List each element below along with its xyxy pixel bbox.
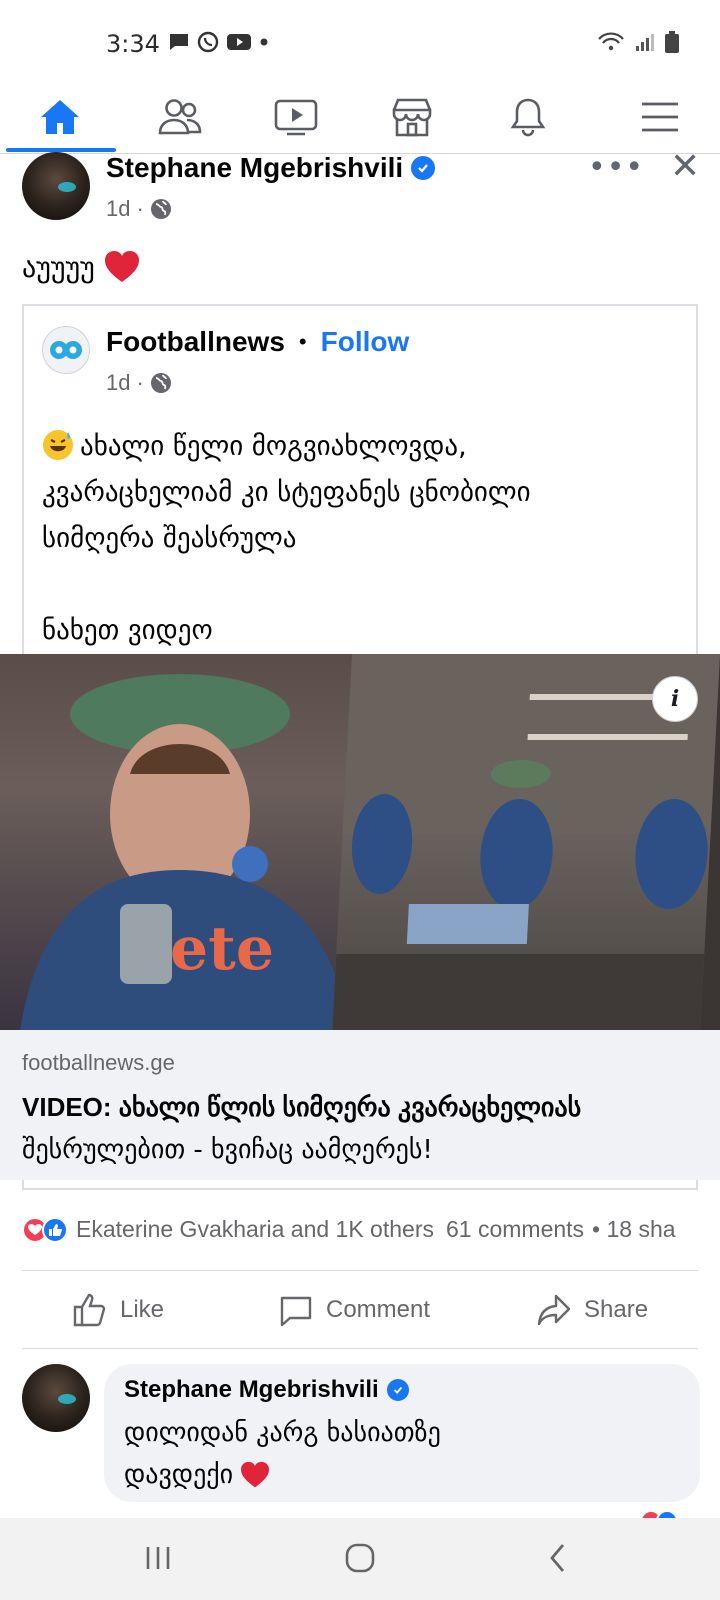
signal-icon — [636, 34, 654, 51]
back-icon[interactable] — [528, 1536, 588, 1580]
link-title-line: VIDEO: ახალი წლის სიმღერა კვარაცხელიას — [22, 1092, 582, 1122]
meta-separator: · — [136, 196, 144, 221]
comment-label: Comment — [326, 1296, 431, 1323]
comments-count[interactable]: 61 comments — [446, 1216, 584, 1243]
friends-icon — [158, 99, 202, 135]
comment-author-avatar[interactable] — [22, 1364, 90, 1432]
shared-text-line: ნახეთ ვიდეო — [42, 615, 213, 646]
like-label: Like — [120, 1296, 165, 1323]
post-meta: 1d · — [106, 196, 172, 222]
post-author-row: Stephane Mgebrishvili — [106, 152, 436, 184]
follow-separator: • — [298, 329, 307, 354]
comment-text: დილიდან კარგ ხასიათზე დავდექი — [124, 1412, 684, 1496]
hamburger-menu-icon — [642, 102, 678, 132]
top-nav-bar — [0, 80, 720, 154]
link-title-line: შესრულებით - ხვიჩაც აამღერეს! — [22, 1135, 433, 1165]
shared-text-line: ახალი წელი მოგვიახლოვდა, — [42, 424, 682, 470]
divider — [22, 1270, 698, 1271]
footballnews-logo-icon — [50, 341, 82, 359]
comment-text-line: დილიდან კარგ ხასიათზე — [124, 1418, 441, 1448]
post-body: აუუუუ — [22, 250, 141, 284]
globe-public-icon — [150, 199, 171, 219]
tab-menu[interactable] — [600, 80, 720, 154]
shared-author-name[interactable]: Footballnews — [106, 326, 285, 358]
follow-button[interactable]: Follow — [321, 326, 410, 358]
youtube-icon — [227, 34, 251, 50]
tab-marketplace[interactable] — [352, 80, 472, 154]
shared-author-row: Footballnews • Follow — [106, 326, 409, 358]
heart-emoji-icon — [104, 251, 139, 282]
tab-watch[interactable] — [236, 80, 356, 154]
wifi-icon — [598, 32, 624, 51]
comment-bubble-icon — [280, 1296, 312, 1327]
tab-home[interactable] — [0, 80, 120, 154]
status-system-icons — [596, 30, 680, 54]
reaction-icons — [22, 1216, 68, 1243]
shared-post-text: ახალი წელი მოგვიახლოვდა, კვარაცხელიამ კი… — [42, 424, 682, 654]
close-icon[interactable]: ✕ — [670, 146, 700, 187]
shared-post-time[interactable]: 1d — [106, 370, 130, 396]
shared-text-line: სიმღერა შეასრულა — [42, 523, 297, 554]
shares-count[interactable]: • 18 sha — [592, 1216, 676, 1243]
bell-icon — [510, 98, 546, 137]
battery-icon — [665, 31, 679, 53]
info-icon[interactable]: i — [652, 676, 698, 722]
like-button[interactable]: Like — [72, 1278, 164, 1342]
video-thumbnail[interactable]: ete — [0, 654, 720, 1030]
meta-separator: · — [136, 370, 144, 395]
link-title[interactable]: VIDEO: ახალი წლის სიმღერა კვარაცხელიას შ… — [22, 1086, 702, 1171]
home-icon — [41, 100, 79, 134]
post-time[interactable]: 1d — [106, 196, 130, 222]
verified-badge-icon — [411, 156, 436, 180]
message-icon — [170, 34, 188, 50]
post-actions: Like Comment Share — [0, 1278, 720, 1342]
comment-author-row: Stephane Mgebrishvili — [124, 1376, 409, 1404]
grinning-sweat-emoji-icon — [43, 430, 73, 460]
watch-video-icon — [274, 99, 318, 136]
more-options-icon[interactable]: ••• — [588, 150, 644, 185]
tab-friends[interactable] — [120, 80, 240, 154]
comment-text-line: დავდექი — [124, 1454, 684, 1496]
shared-meta: 1d · — [106, 370, 172, 396]
status-notification-icons — [168, 30, 270, 54]
share-button[interactable]: Share — [536, 1278, 648, 1342]
tab-notifications[interactable] — [468, 80, 588, 154]
like-thumb-icon — [73, 1293, 106, 1327]
post-text: აუუუუ — [22, 250, 95, 284]
svg-text:ete: ete — [170, 914, 274, 984]
verified-badge-icon — [386, 1379, 409, 1401]
link-domain: footballnews.ge — [22, 1050, 175, 1075]
heart-emoji-icon — [241, 1461, 270, 1488]
status-bar: 3:34 — [0, 0, 720, 80]
marketplace-icon — [392, 98, 432, 137]
divider — [22, 1348, 698, 1349]
comment-author-name[interactable]: Stephane Mgebrishvili — [124, 1376, 379, 1404]
status-time: 3:34 — [106, 30, 160, 58]
post-author-avatar[interactable] — [22, 152, 90, 220]
share-arrow-icon — [537, 1294, 571, 1326]
shared-text-line: კვარაცხელიამ კი სტეფანეს ცნობილი — [42, 477, 531, 508]
globe-public-icon — [150, 373, 171, 393]
like-reaction-icon — [42, 1216, 68, 1243]
recent-apps-icon[interactable] — [128, 1536, 188, 1580]
home-button-icon[interactable] — [330, 1536, 390, 1580]
comment-button[interactable]: Comment — [278, 1278, 430, 1342]
reactions-summary[interactable]: Ekaterine Gvakharia and 1K others 61 com… — [22, 1216, 720, 1243]
share-label: Share — [584, 1296, 649, 1323]
post-author-name[interactable]: Stephane Mgebrishvili — [106, 152, 403, 184]
reactions-text: Ekaterine Gvakharia and 1K others — [76, 1216, 434, 1242]
footballnews-logo[interactable] — [42, 326, 90, 374]
thumbnail-left-frame: ete — [0, 654, 366, 1030]
more-notifications-dot-icon — [260, 38, 268, 46]
whatsapp-icon — [197, 31, 219, 53]
